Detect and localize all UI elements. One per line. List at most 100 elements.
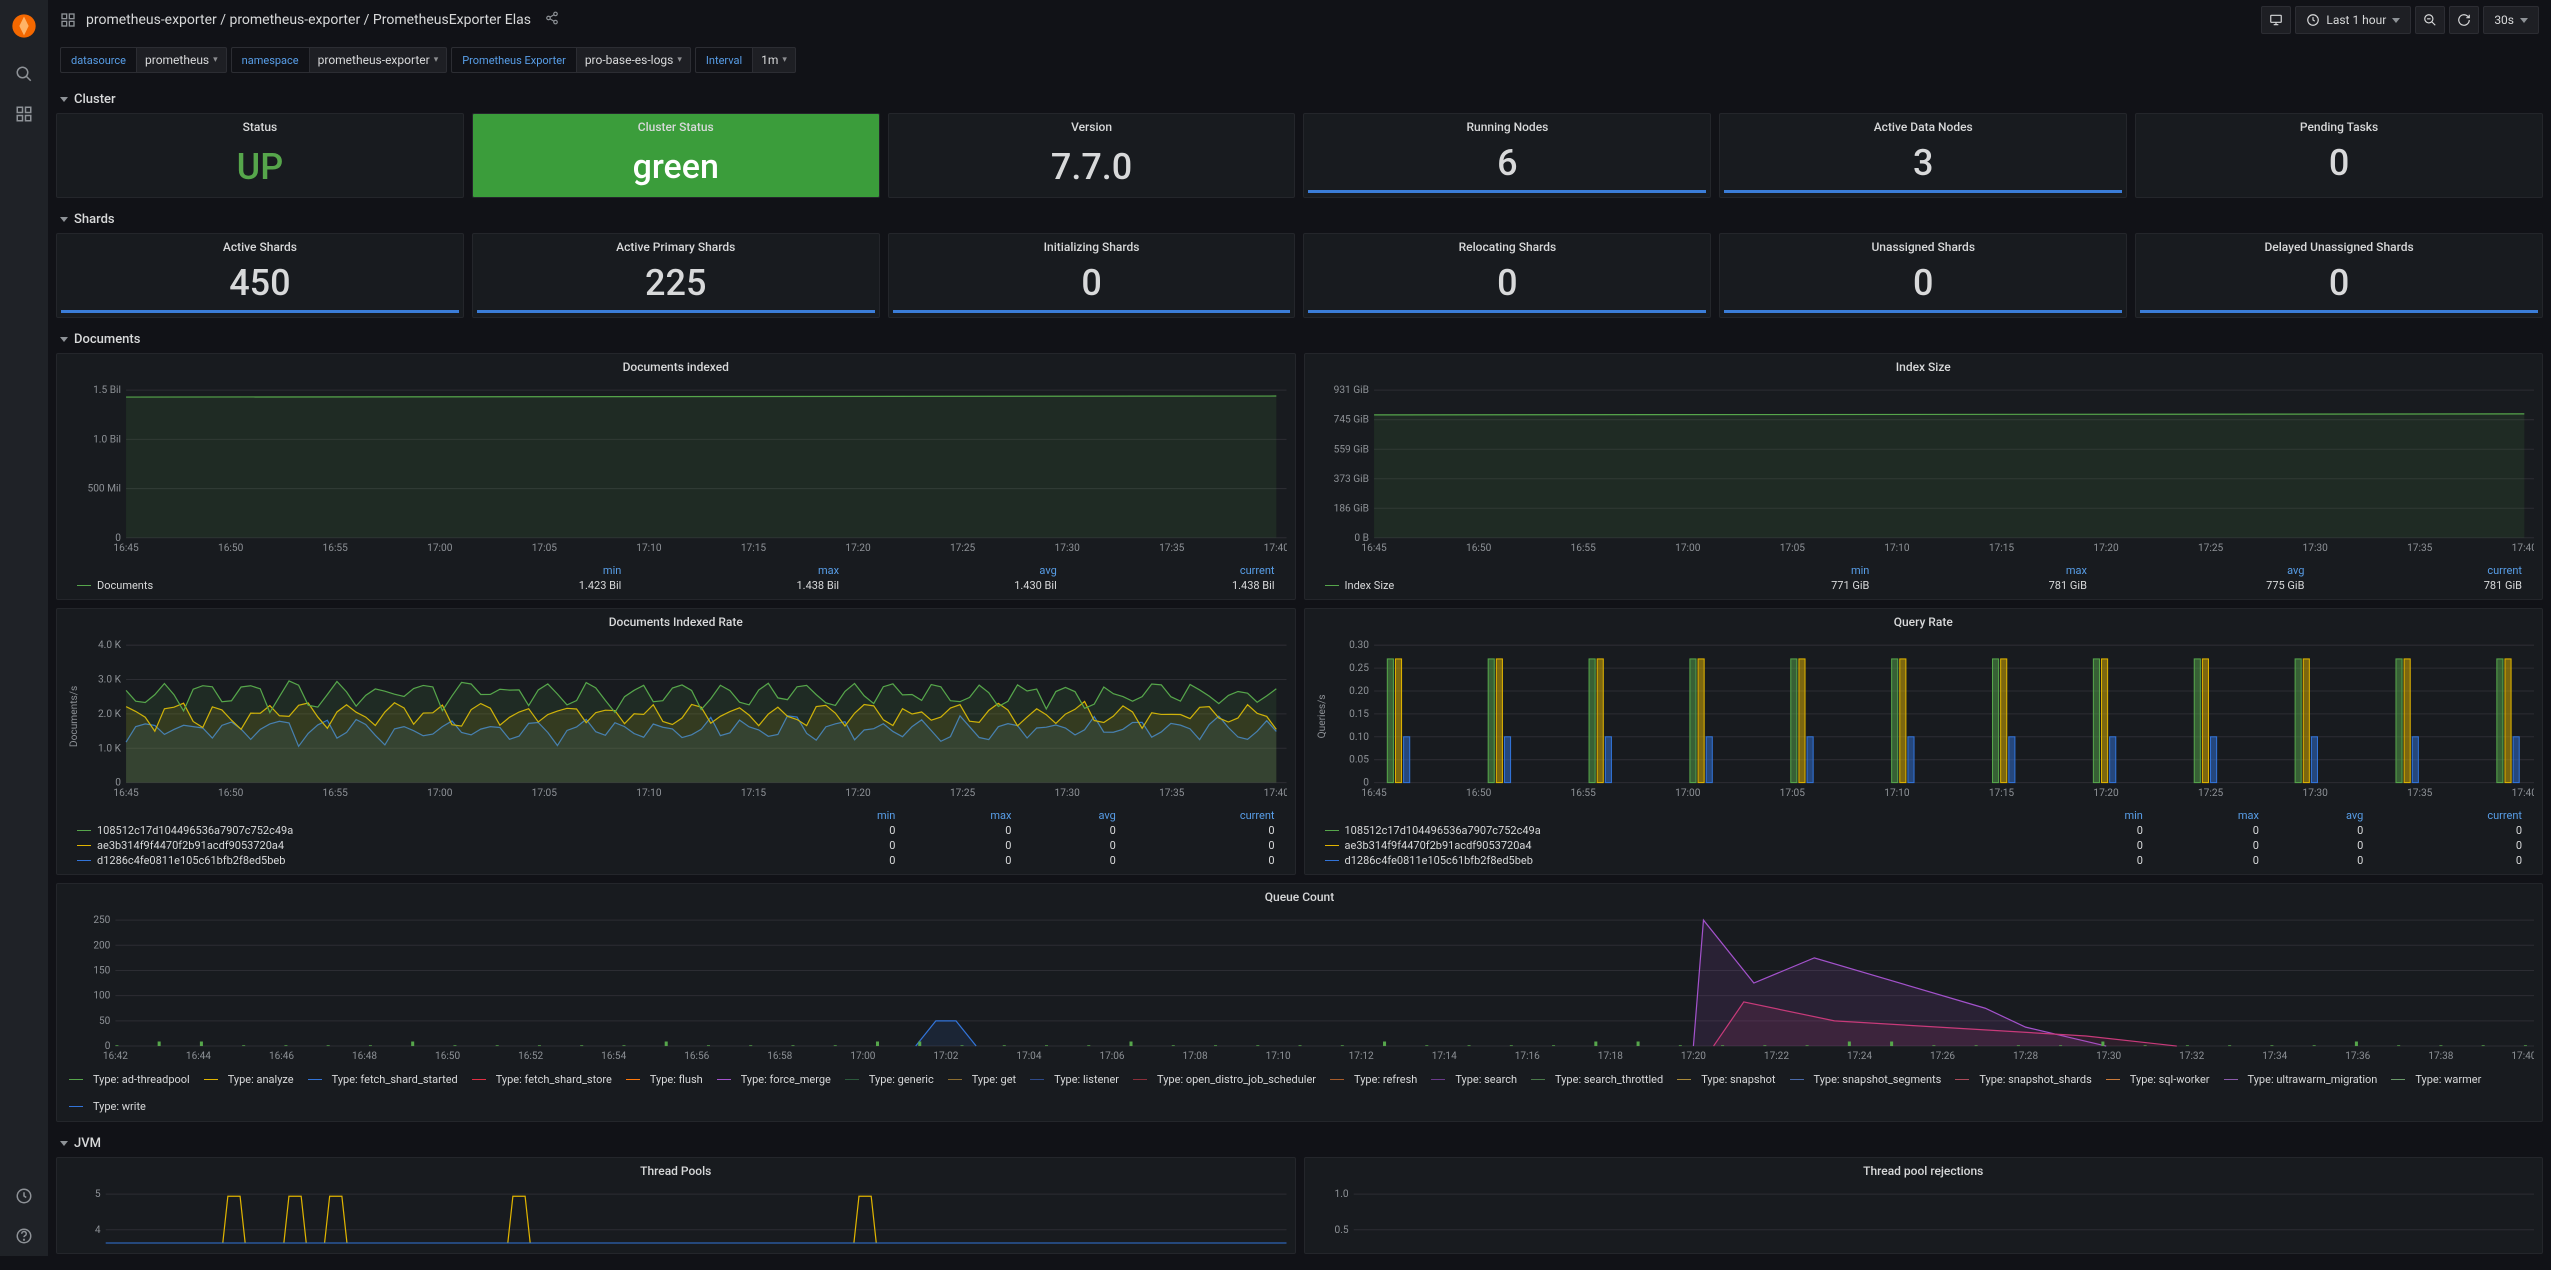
panel-docs-indexed-rate[interactable]: Documents Indexed Rate 4.0 K3.0 K2.0 K1.… — [56, 608, 1296, 875]
panel-active-shards[interactable]: Active Shards 450 — [56, 233, 464, 318]
dashboards-icon[interactable] — [4, 94, 44, 134]
svg-text:16:45: 16:45 — [1361, 788, 1387, 798]
panel-queue-count[interactable]: Queue Count 25020015010050016:4216:4416:… — [56, 883, 2543, 1122]
svg-text:17:40: 17:40 — [2511, 788, 2534, 798]
svg-text:2.0 K: 2.0 K — [98, 709, 122, 720]
svg-text:17:14: 17:14 — [1432, 1051, 1457, 1061]
panel-initializing-shards[interactable]: Initializing Shards 0 — [888, 233, 1296, 318]
chevron-down-icon — [60, 337, 68, 342]
svg-text:17:30: 17:30 — [1055, 788, 1081, 798]
svg-text:17:05: 17:05 — [532, 543, 558, 553]
svg-text:16:52: 16:52 — [518, 1051, 543, 1061]
svg-text:931 GiB: 931 GiB — [1333, 385, 1368, 396]
var-namespace-select[interactable]: prometheus-exporter▾ — [309, 47, 448, 73]
svg-text:0.5: 0.5 — [1334, 1225, 1348, 1236]
grafana-logo[interactable] — [10, 12, 38, 40]
svg-text:16:54: 16:54 — [601, 1051, 626, 1061]
svg-text:250: 250 — [93, 915, 110, 926]
svg-text:50: 50 — [99, 1016, 111, 1027]
svg-text:1.0 Bil: 1.0 Bil — [93, 434, 121, 445]
chevron-down-icon — [60, 217, 68, 222]
svg-text:17:00: 17:00 — [427, 788, 453, 798]
breadcrumb-text[interactable]: prometheus-exporter / prometheus-exporte… — [86, 12, 531, 28]
panel-running-nodes[interactable]: Running Nodes 6 — [1303, 113, 1711, 198]
svg-text:17:35: 17:35 — [2407, 543, 2433, 553]
svg-text:17:00: 17:00 — [850, 1051, 875, 1061]
panel-unassigned-shards[interactable]: Unassigned Shards 0 — [1719, 233, 2127, 318]
svg-text:16:56: 16:56 — [684, 1051, 709, 1061]
chevron-down-icon — [2392, 18, 2400, 23]
svg-text:17:40: 17:40 — [1264, 543, 1287, 553]
svg-text:17:30: 17:30 — [2302, 543, 2328, 553]
panel-thread-pool-rejections[interactable]: Thread pool rejections 1.00.5 — [1304, 1157, 2544, 1254]
chevron-down-icon — [60, 97, 68, 102]
svg-text:17:25: 17:25 — [950, 543, 976, 553]
help-icon[interactable] — [4, 1216, 44, 1256]
svg-text:16:50: 16:50 — [1465, 543, 1491, 553]
panel-icon — [60, 12, 76, 28]
svg-text:17:24: 17:24 — [1847, 1051, 1872, 1061]
row-jvm-header[interactable]: JVM — [56, 1130, 2543, 1157]
refresh-interval-label: 30s — [2494, 13, 2514, 27]
panel-active-primary-shards[interactable]: Active Primary Shards 225 — [472, 233, 880, 318]
variable-bar: datasource prometheus▾ namespace prometh… — [48, 40, 2551, 80]
zoom-out-icon[interactable] — [2415, 6, 2445, 34]
svg-text:17:22: 17:22 — [1764, 1051, 1789, 1061]
svg-text:0.20: 0.20 — [1349, 686, 1369, 697]
svg-text:1.0 K: 1.0 K — [98, 743, 122, 754]
svg-text:17:20: 17:20 — [2093, 788, 2119, 798]
var-datasource-select[interactable]: prometheus▾ — [136, 47, 227, 73]
svg-text:16:50: 16:50 — [435, 1051, 460, 1061]
panel-active-data-nodes[interactable]: Active Data Nodes 3 — [1719, 113, 2127, 198]
svg-text:Documents/s: Documents/s — [69, 686, 80, 747]
svg-text:0.25: 0.25 — [1349, 663, 1369, 674]
refresh-interval-picker[interactable]: 30s — [2483, 6, 2539, 34]
panel-delayed-unassigned-shards[interactable]: Delayed Unassigned Shards 0 — [2135, 233, 2543, 318]
svg-text:17:32: 17:32 — [2179, 1051, 2204, 1061]
row-cluster-header[interactable]: Cluster — [56, 86, 2543, 113]
svg-text:17:05: 17:05 — [532, 788, 558, 798]
var-prometheus-exporter-select[interactable]: pro-base-es-logs▾ — [576, 47, 691, 73]
svg-text:559 GiB: 559 GiB — [1333, 444, 1368, 455]
panel-thread-pools[interactable]: Thread Pools 54 — [56, 1157, 1296, 1254]
panel-version[interactable]: Version 7.7.0 — [888, 113, 1296, 198]
svg-text:16:44: 16:44 — [186, 1051, 211, 1061]
row-documents-header[interactable]: Documents — [56, 326, 2543, 353]
share-icon[interactable] — [545, 11, 559, 29]
svg-text:17:20: 17:20 — [845, 543, 871, 553]
svg-text:17:02: 17:02 — [933, 1051, 958, 1061]
svg-text:5: 5 — [95, 1189, 101, 1200]
refresh-button[interactable] — [2449, 6, 2479, 34]
svg-text:373 GiB: 373 GiB — [1333, 474, 1368, 485]
svg-text:17:36: 17:36 — [2345, 1051, 2370, 1061]
svg-text:17:40: 17:40 — [1264, 788, 1287, 798]
svg-text:0.05: 0.05 — [1349, 755, 1369, 766]
panel-pending-tasks[interactable]: Pending Tasks 0 — [2135, 113, 2543, 198]
svg-text:16:45: 16:45 — [113, 543, 139, 553]
svg-text:16:50: 16:50 — [1465, 788, 1491, 798]
svg-text:17:15: 17:15 — [1988, 788, 2014, 798]
var-interval-select[interactable]: 1m▾ — [752, 47, 796, 73]
svg-text:1.0: 1.0 — [1334, 1189, 1348, 1200]
panel-index-size[interactable]: Index Size 931 GiB745 GiB559 GiB373 GiB1… — [1304, 353, 2544, 600]
svg-text:16:45: 16:45 — [113, 788, 139, 798]
refresh-history-icon[interactable] — [4, 1176, 44, 1216]
svg-text:17:40: 17:40 — [2511, 1051, 2534, 1061]
svg-text:16:58: 16:58 — [767, 1051, 792, 1061]
panel-cluster-status[interactable]: Cluster Status green — [472, 113, 880, 198]
svg-text:16:48: 16:48 — [352, 1051, 377, 1061]
time-range-picker[interactable]: Last 1 hour — [2295, 6, 2411, 34]
svg-text:17:05: 17:05 — [1779, 788, 1805, 798]
panel-status[interactable]: Status UP — [56, 113, 464, 198]
chevron-down-icon — [2520, 18, 2528, 23]
panel-documents-indexed[interactable]: Documents indexed 1.5 Bil1.0 Bil500 Mil0… — [56, 353, 1296, 600]
panel-query-rate[interactable]: Query Rate 0.300.250.200.150.100.05016:4… — [1304, 608, 2544, 875]
panel-relocating-shards[interactable]: Relocating Shards 0 — [1303, 233, 1711, 318]
svg-text:0.10: 0.10 — [1349, 732, 1369, 743]
side-nav — [0, 0, 48, 1256]
search-icon[interactable] — [4, 54, 44, 94]
monitor-icon[interactable] — [2261, 6, 2291, 34]
svg-text:186 GiB: 186 GiB — [1333, 503, 1368, 514]
svg-text:17:15: 17:15 — [741, 543, 767, 553]
row-shards-header[interactable]: Shards — [56, 206, 2543, 233]
